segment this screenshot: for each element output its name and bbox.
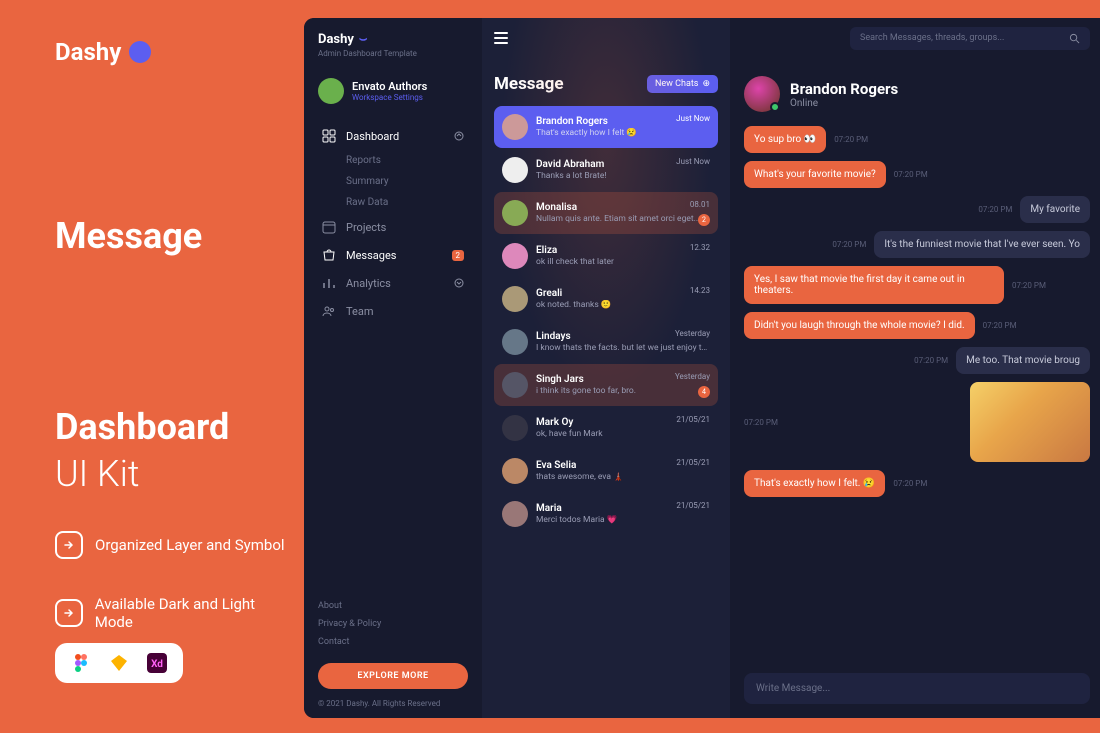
avatar bbox=[502, 329, 528, 355]
timestamp: 07:20 PM bbox=[744, 418, 778, 427]
avatar bbox=[502, 157, 528, 183]
nav-messages[interactable]: Messages 2 bbox=[318, 241, 468, 269]
search-input[interactable]: Search Messages, threads, groups... bbox=[850, 27, 1090, 50]
message-list-panel: Message New Chats⊕ Brandon RogersThat's … bbox=[482, 18, 730, 718]
team-icon bbox=[322, 304, 336, 318]
promo-title-2: Dashboard bbox=[55, 407, 295, 448]
message-composer[interactable]: Write Message... bbox=[744, 673, 1090, 704]
chat-avatar bbox=[744, 76, 780, 112]
tool-badges: Xd bbox=[55, 643, 183, 683]
search-icon bbox=[1069, 33, 1080, 44]
unread-badge: 4 bbox=[698, 386, 710, 398]
new-chat-button[interactable]: New Chats⊕ bbox=[647, 75, 718, 93]
sidebar: Dashy⌣ Admin Dashboard Template Envato A… bbox=[304, 18, 482, 718]
message-in: It's the funniest movie that I've ever s… bbox=[874, 231, 1090, 258]
menu-icon[interactable] bbox=[494, 32, 508, 44]
message-stream[interactable]: Yo sup bro 👀 07:20 PM What's your favorit… bbox=[730, 122, 1100, 665]
feature-1: Organized Layer and Symbol bbox=[55, 531, 295, 559]
xd-icon: Xd bbox=[147, 653, 167, 673]
thread-item[interactable]: MonalisaNullam quis ante. Etiam sit amet… bbox=[494, 192, 718, 234]
thread-item[interactable]: David AbrahamThanks a lot Brate!Just Now bbox=[494, 149, 718, 191]
calendar-icon bbox=[322, 220, 336, 234]
plus-icon: ⊕ bbox=[702, 79, 710, 89]
message-in: My favorite bbox=[1020, 196, 1090, 223]
avatar bbox=[502, 458, 528, 484]
app-logo: Dashy⌣ bbox=[318, 32, 468, 47]
link-about[interactable]: About bbox=[318, 597, 468, 615]
arrow-icon bbox=[55, 599, 83, 627]
avatar bbox=[502, 372, 528, 398]
workspace-name: Envato Authors bbox=[352, 80, 427, 93]
timestamp: 07:20 PM bbox=[1012, 281, 1046, 290]
promo-brand: Dashy bbox=[55, 38, 295, 66]
chat-panel: Search Messages, threads, groups... Bran… bbox=[730, 18, 1100, 718]
figma-icon bbox=[71, 653, 91, 673]
avatar bbox=[502, 415, 528, 441]
grid-icon bbox=[322, 129, 336, 143]
thread-item[interactable]: Brandon RogersThat's exactly how I felt … bbox=[494, 106, 718, 148]
logo-icon bbox=[129, 41, 151, 63]
thread-list: Brandon RogersThat's exactly how I felt … bbox=[494, 106, 718, 535]
message-out: Yes, I saw that movie the first day it c… bbox=[744, 266, 1004, 304]
thread-item[interactable]: Grealiok noted. thanks 🙂14.23 bbox=[494, 278, 718, 320]
timestamp: 07:20 PM bbox=[978, 205, 1012, 214]
link-privacy[interactable]: Privacy & Policy bbox=[318, 615, 468, 633]
unread-badge: 2 bbox=[698, 214, 710, 226]
nav-rawdata[interactable]: Raw Data bbox=[318, 192, 468, 213]
app-tagline: Admin Dashboard Template bbox=[318, 49, 468, 58]
chat-status: Online bbox=[790, 98, 898, 109]
thread-item[interactable]: MariaMerci todos Maria 💗21/05/21 bbox=[494, 493, 718, 535]
messages-badge: 2 bbox=[452, 250, 465, 261]
message-list-title: Message bbox=[494, 74, 564, 94]
thread-item[interactable]: Elizaok ill check that later12.32 bbox=[494, 235, 718, 277]
expand-icon bbox=[454, 278, 464, 288]
workspace-switcher[interactable]: Envato Authors Workspace Settings bbox=[318, 78, 468, 104]
thread-item[interactable]: Singh Jarsi think its gone too far, bro.… bbox=[494, 364, 718, 406]
explore-more-button[interactable]: EXPLORE MORE bbox=[318, 663, 468, 689]
collapse-icon bbox=[454, 131, 464, 141]
online-indicator bbox=[770, 102, 780, 112]
promo-title-1: Message bbox=[55, 216, 295, 257]
nav-projects[interactable]: Projects bbox=[318, 213, 468, 241]
nav-dashboard[interactable]: Dashboard bbox=[318, 122, 468, 150]
timestamp: 07:20 PM bbox=[894, 170, 928, 179]
nav-reports[interactable]: Reports bbox=[318, 150, 468, 171]
promo-subtitle: UI Kit bbox=[55, 453, 295, 495]
chat-contact-name: Brandon Rogers bbox=[790, 80, 898, 98]
message-in: Me too. That movie broug bbox=[956, 347, 1090, 374]
message-out: Yo sup bro 👀 bbox=[744, 126, 826, 153]
workspace-settings-link[interactable]: Workspace Settings bbox=[352, 93, 427, 102]
sketch-icon bbox=[109, 653, 129, 673]
workspace-avatar bbox=[318, 78, 344, 104]
timestamp: 07:20 PM bbox=[983, 321, 1017, 330]
timestamp: 07:20 PM bbox=[834, 135, 868, 144]
message-out: That's exactly how I felt. 😢 bbox=[744, 470, 885, 497]
avatar bbox=[502, 200, 528, 226]
nav-summary[interactable]: Summary bbox=[318, 171, 468, 192]
timestamp: 07:20 PM bbox=[914, 356, 948, 365]
thread-item[interactable]: LindaysI know thats the facts. but let w… bbox=[494, 321, 718, 363]
footer-copyright: © 2021 Dashy. All Rights Reserved bbox=[318, 699, 468, 708]
link-contact[interactable]: Contact bbox=[318, 633, 468, 651]
timestamp: 07:20 PM bbox=[893, 479, 927, 488]
timestamp: 07:20 PM bbox=[832, 240, 866, 249]
app-window: Dashy⌣ Admin Dashboard Template Envato A… bbox=[304, 18, 1100, 718]
nav-team[interactable]: Team bbox=[318, 297, 468, 325]
arrow-icon bbox=[55, 531, 83, 559]
avatar bbox=[502, 286, 528, 312]
image-attachment[interactable] bbox=[970, 382, 1090, 462]
avatar bbox=[502, 114, 528, 140]
thread-item[interactable]: Eva Seliathats awesome, eva 🗼21/05/21 bbox=[494, 450, 718, 492]
avatar bbox=[502, 243, 528, 269]
chart-icon bbox=[322, 276, 336, 290]
svg-text:Xd: Xd bbox=[151, 659, 163, 670]
avatar bbox=[502, 501, 528, 527]
message-out: Didn't you laugh through the whole movie… bbox=[744, 312, 975, 339]
message-out: What's your favorite movie? bbox=[744, 161, 886, 188]
bag-icon bbox=[322, 248, 336, 262]
feature-2: Available Dark and Light Mode bbox=[55, 595, 295, 631]
thread-item[interactable]: Mark Oyok, have fun Mark21/05/21 bbox=[494, 407, 718, 449]
nav-analytics[interactable]: Analytics bbox=[318, 269, 468, 297]
